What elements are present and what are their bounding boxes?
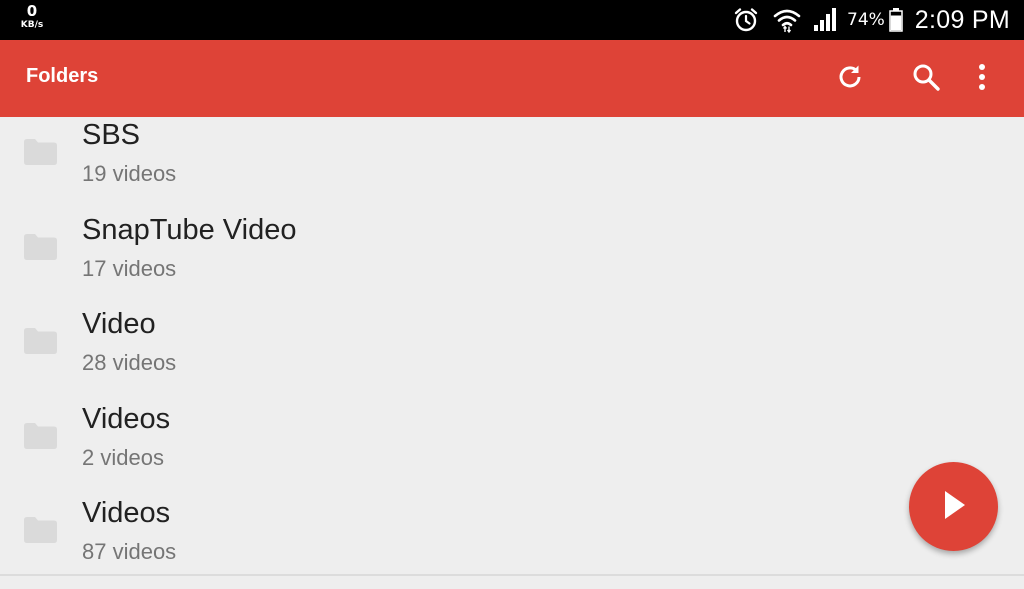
wifi-icon [773,6,801,34]
folder-name: Video [82,308,156,340]
folder-icon [24,423,57,453]
page-title: Folders [26,65,99,87]
folder-item[interactable]: SBS 19 videos [0,117,1024,211]
app-bar-actions [830,40,1002,117]
battery-percent: 74% [847,10,885,30]
search-icon [911,62,941,96]
folder-icon [24,139,57,169]
folder-item[interactable]: SnapTube Video 17 videos [0,212,1024,306]
alarm-icon [733,7,759,33]
folder-name: SBS [82,119,141,151]
more-vert-icon [978,63,986,95]
folder-icon [24,517,57,547]
refresh-icon [835,62,865,96]
refresh-button[interactable] [830,55,870,103]
folder-video-count: 87 videos [82,539,177,564]
battery-icon [889,8,903,32]
folder-video-count: 2 videos [82,445,164,470]
clock: 2:09 PM [914,5,1010,34]
folder-name: Videos [82,403,171,435]
network-speed-value: 0 [26,2,38,20]
folder-video-count: 19 videos [82,161,177,186]
more-options-button[interactable] [962,55,1002,103]
search-button[interactable] [906,55,946,103]
folder-item[interactable]: Videos 2 videos [0,401,1024,495]
play-icon [940,489,968,525]
folder-icon [24,328,57,358]
folder-item[interactable]: Video 28 videos [0,306,1024,400]
folder-video-count: 17 videos [82,256,177,281]
folder-name: Videos [82,497,171,529]
folder-video-count: 28 videos [82,350,177,375]
status-bar: 0 KB/s 74% 2:09 PM [0,0,1024,40]
status-icons: 74% 2:09 PM [733,0,1010,40]
network-speed-unit: KB/s [20,20,44,30]
network-speed: 0 KB/s [16,4,48,30]
signal-icon [813,8,839,32]
play-button[interactable] [909,462,998,551]
app-bar: Folders [0,40,1024,117]
folder-name: SnapTube Video [82,214,297,246]
folder-icon [24,234,57,264]
